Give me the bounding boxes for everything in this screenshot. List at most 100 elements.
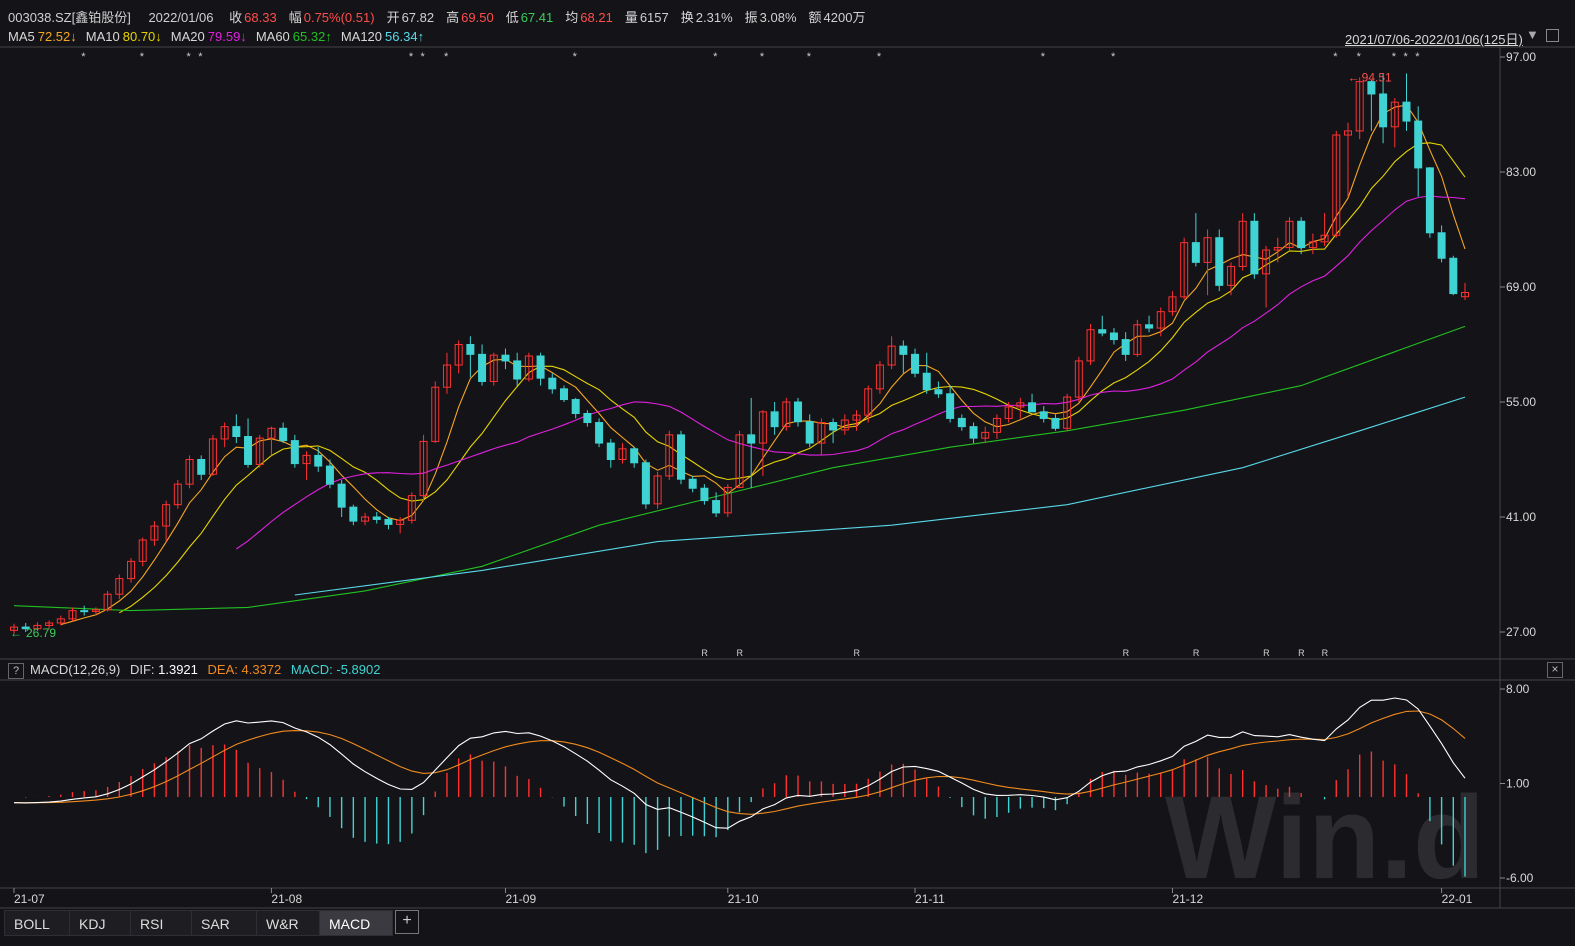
candle-body	[349, 506, 358, 522]
event-star: *	[1041, 51, 1046, 63]
candle-body	[1425, 167, 1434, 234]
candle-body	[653, 475, 662, 505]
candle-body	[595, 422, 604, 444]
field-label: 幅	[288, 10, 302, 25]
event-marks: ← 94.51← 26.79* * * * * * * * * * * * * * * * * * *R R R R R R R R	[10, 51, 1420, 658]
candle-body	[1168, 296, 1177, 313]
candles	[10, 73, 1469, 634]
candle-body	[536, 355, 545, 379]
candle-body	[185, 459, 194, 485]
field-label: 额	[808, 10, 822, 25]
date-axis: 21-07 21-08 21-09 21-10 21-11 21-12 22-01	[13, 888, 1473, 906]
tab-kdj[interactable]: KDJ	[69, 910, 131, 936]
candle-body	[302, 454, 311, 465]
ma-legend-label: MA5	[8, 29, 35, 44]
candle-body	[1004, 406, 1013, 419]
ma-legend-value: 56.34↑	[385, 29, 425, 44]
candle-body	[478, 353, 487, 382]
candle-body	[150, 525, 159, 541]
candle-body	[1379, 93, 1388, 128]
ma-legend: MA5 72.52↓ MA10 80.70↓ MA20 79.59↓ MA60 65.32↑ M…	[8, 29, 1308, 44]
macd-tick-label: 1.00	[1506, 777, 1530, 791]
candle-body	[1016, 402, 1025, 408]
event-star: *	[877, 51, 882, 63]
date-tick-label: 21-10	[728, 892, 759, 906]
candle-body	[1273, 247, 1282, 251]
tab-wr[interactable]: W&R	[256, 910, 320, 936]
candle-body	[501, 354, 510, 362]
event-star: *	[713, 51, 718, 63]
event-star: *	[421, 51, 426, 63]
high-label: 94.51	[1362, 70, 1392, 84]
ma-lines	[13, 104, 1466, 626]
candle-body	[407, 495, 416, 521]
candle-body	[1191, 242, 1200, 263]
high-arrow: ←	[1348, 70, 1360, 84]
candle-body	[489, 354, 498, 382]
macd-tick-label: 8.00	[1506, 682, 1530, 696]
candle-body	[794, 401, 803, 423]
ma-legend-value: 79.59↓	[207, 29, 247, 44]
price-tick-label: 83.00	[1506, 165, 1536, 179]
candle-body	[1402, 101, 1411, 122]
candle-body	[173, 483, 182, 506]
candle-body	[630, 448, 639, 464]
tab-boll[interactable]: BOLL	[4, 910, 70, 936]
field-value: 68.21	[580, 10, 613, 25]
candle-body	[992, 417, 1001, 433]
candle-body	[138, 539, 147, 562]
field-label: 振	[744, 10, 758, 25]
close-icon[interactable]: ×	[1547, 662, 1563, 678]
watermark-text: Win.d	[1165, 772, 1485, 904]
event-star: *	[573, 51, 578, 63]
date-tick-label: 21-11	[915, 892, 945, 906]
candle-body	[723, 486, 732, 514]
ma-legend-value: 72.52↓	[37, 29, 77, 44]
event-r: R	[1193, 648, 1200, 658]
macd-title: MACD(12,26,9)	[30, 662, 121, 677]
candle-body	[524, 355, 533, 380]
watermark: Win.d	[1165, 772, 1485, 904]
range-checkbox[interactable]	[1546, 29, 1559, 42]
dif-label: DIF:	[129, 662, 155, 677]
candle-body	[68, 610, 77, 620]
candle-body	[1063, 396, 1072, 429]
candle-body	[1121, 339, 1130, 355]
price-chart[interactable]: Win.d ← 94.51← 26.79* * * * * * * * * * * * * * * * * * *R R R…	[0, 0, 1575, 946]
field-value: 2.31%	[695, 10, 733, 25]
candle-body	[454, 344, 463, 366]
field-label: 量	[624, 10, 638, 25]
candle-body	[232, 426, 241, 437]
candle-body	[314, 454, 323, 467]
event-star: *	[1333, 51, 1338, 63]
field-value: 69.50	[461, 10, 494, 25]
help-icon[interactable]: ?	[8, 663, 24, 679]
candle-body	[220, 426, 229, 440]
candle-body	[1180, 242, 1189, 298]
tab-rsi[interactable]: RSI	[130, 910, 192, 936]
event-r: R	[1123, 648, 1130, 658]
grid	[0, 46, 1575, 909]
candle-body	[1355, 81, 1364, 132]
candle-body	[419, 440, 428, 497]
candle-body	[1414, 120, 1423, 169]
date-range-label[interactable]: 2021/07/06-2022/01/06(125日)	[1345, 29, 1523, 48]
candle-body	[1156, 311, 1165, 329]
candle-body	[290, 440, 299, 465]
candle-body	[1109, 332, 1118, 341]
date-tick-label: 21-07	[14, 892, 45, 906]
range-dropdown-icon[interactable]: ▼	[1526, 27, 1539, 42]
candle-body	[688, 478, 697, 489]
candle-body	[1343, 130, 1352, 136]
candle-body	[115, 578, 124, 595]
add-tab-button[interactable]: +	[395, 910, 419, 934]
ma-legend-label: MA60	[255, 29, 290, 44]
candle-body	[1308, 241, 1317, 249]
candle-body	[162, 504, 171, 527]
candle-body	[1086, 329, 1095, 362]
tab-sar[interactable]: SAR	[191, 910, 257, 936]
event-star: *	[1415, 51, 1420, 63]
tab-macd[interactable]: MACD	[319, 910, 393, 936]
event-r: R	[1322, 648, 1329, 658]
candle-body	[33, 624, 42, 630]
